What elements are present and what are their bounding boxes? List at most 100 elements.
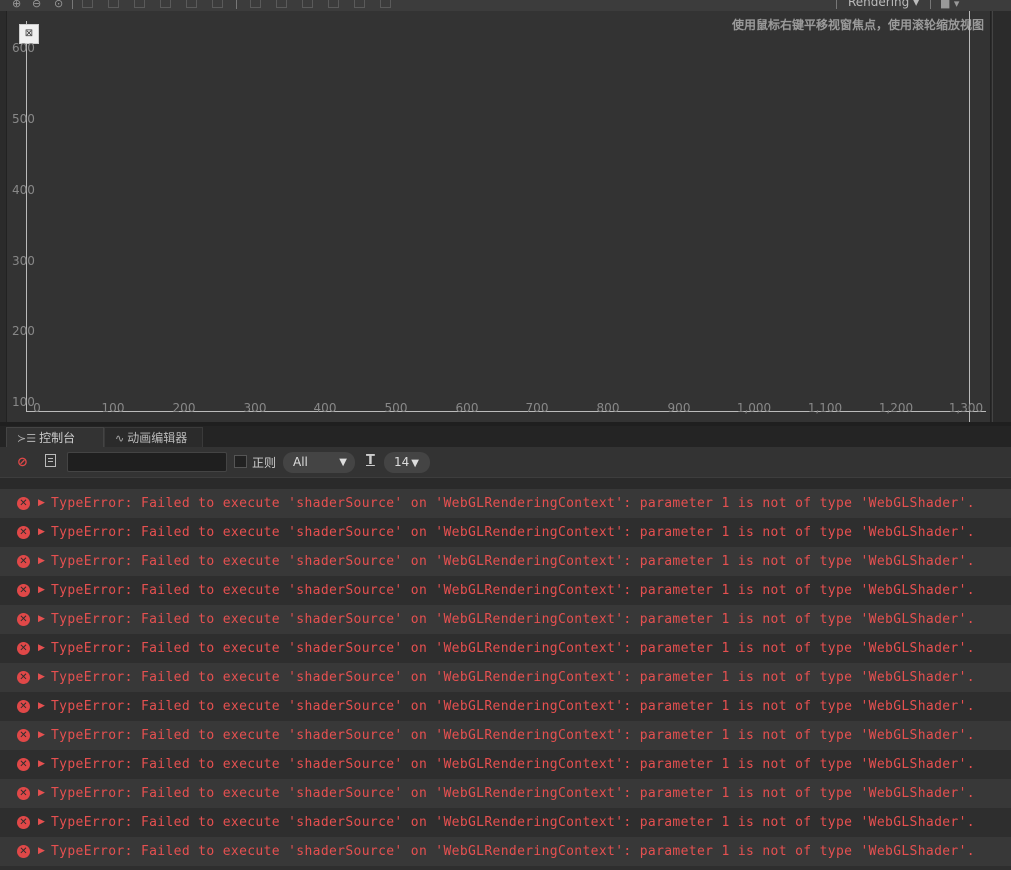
x-tick-label: 200 xyxy=(172,401,196,415)
y-tick-label: 300 xyxy=(12,254,35,268)
log-message: TypeError: Failed to execute 'shaderSour… xyxy=(51,728,975,743)
scene-view[interactable]: 使用鼠标右键平移视窗焦点，使用滚轮缩放视图 ⊠ 600 500 400 300 … xyxy=(6,11,991,422)
log-row[interactable]: ✕ ▶ TypeError: Failed to execute 'shaderSo… xyxy=(0,750,1011,779)
x-tick-label: 600 xyxy=(455,401,479,415)
chevron-down-icon: ▾ xyxy=(913,0,920,9)
chevron-down-icon: ▾ xyxy=(953,0,960,10)
log-row[interactable]: ✕ ▶ TypeError: Failed to execute 'shaderSo… xyxy=(0,779,1011,808)
scene-toolbar: ⊕ ⊖ ⊙ Rendering ▾ ■ ▾ xyxy=(0,0,1011,11)
regex-label: 正则 xyxy=(252,456,277,470)
render-mode-dropdown[interactable]: Rendering ▾ xyxy=(848,0,919,9)
expand-arrow-icon[interactable]: ▶ xyxy=(38,489,45,518)
error-icon: ✕ xyxy=(17,845,30,858)
y-tick-label: 500 xyxy=(12,112,35,126)
align-top-icon[interactable] xyxy=(160,0,171,8)
y-tick-label: 100 xyxy=(12,395,35,409)
log-row[interactable]: ✕ ▶ TypeError: Failed to execute 'shaderSo… xyxy=(0,692,1011,721)
distribute-center-icon[interactable] xyxy=(354,0,365,8)
log-row-partial xyxy=(0,478,1011,489)
error-icon: ✕ xyxy=(17,671,30,684)
collapse-logs-icon[interactable] xyxy=(45,454,56,467)
align-bottom-icon[interactable] xyxy=(212,0,223,8)
distribute-middle-icon[interactable] xyxy=(276,0,287,8)
error-icon: ✕ xyxy=(17,584,30,597)
x-tick-label: 900 xyxy=(667,401,691,415)
distribute-bottom-icon[interactable] xyxy=(302,0,313,8)
expand-arrow-icon[interactable]: ▶ xyxy=(38,692,45,721)
expand-arrow-icon[interactable]: ▶ xyxy=(38,663,45,692)
y-tick-label: 400 xyxy=(12,183,35,197)
x-tick-label: 1,000 xyxy=(736,401,772,415)
x-tick-label: 400 xyxy=(313,401,337,415)
expand-arrow-icon[interactable]: ▶ xyxy=(38,721,45,750)
log-message: TypeError: Failed to execute 'shaderSour… xyxy=(51,641,975,656)
tab-console[interactable]: ≻☰ 控制台 xyxy=(6,427,104,447)
bottom-panel-tabs: ≻☰ 控制台 ∿ 动画编辑器 xyxy=(0,426,1011,447)
error-icon: ✕ xyxy=(17,642,30,655)
x-tick-label: 0 xyxy=(33,401,41,415)
align-right-icon[interactable] xyxy=(134,0,145,8)
log-row[interactable]: ✕ ▶ TypeError: Failed to execute 'shaderSo… xyxy=(0,837,1011,866)
filter-input[interactable] xyxy=(67,452,227,472)
x-tick-label: 700 xyxy=(525,401,549,415)
log-level-select[interactable]: All ▼ xyxy=(283,452,355,473)
zoom-in-icon[interactable]: ⊕ xyxy=(12,0,24,10)
expand-arrow-icon[interactable]: ▶ xyxy=(38,750,45,779)
expand-arrow-icon[interactable]: ▶ xyxy=(38,779,45,808)
x-tick-label: 1,100 xyxy=(807,401,843,415)
clear-console-icon[interactable]: ⊘ xyxy=(17,455,28,470)
zoom-fit-icon[interactable]: ⊙ xyxy=(54,0,66,10)
error-icon: ✕ xyxy=(17,787,30,800)
chevron-down-icon: ▼ xyxy=(339,457,347,468)
camera-button[interactable]: ■ ▾ xyxy=(940,0,959,10)
zoom-out-icon[interactable]: ⊖ xyxy=(32,0,44,10)
log-message: TypeError: Failed to execute 'shaderSour… xyxy=(51,496,975,511)
log-row[interactable]: ✕ ▶ TypeError: Failed to execute 'shaderSo… xyxy=(0,663,1011,692)
expand-arrow-icon[interactable]: ▶ xyxy=(38,547,45,576)
chevron-down-icon: ▼ xyxy=(411,458,419,469)
log-message: TypeError: Failed to execute 'shaderSour… xyxy=(51,554,975,569)
toolbar-separator xyxy=(930,0,931,9)
log-message: TypeError: Failed to execute 'shaderSour… xyxy=(51,670,975,685)
x-tick-label: 300 xyxy=(243,401,267,415)
console-log-list[interactable]: ✕ ▶ TypeError: Failed to execute 'shaderSo… xyxy=(0,478,1011,870)
expand-arrow-icon[interactable]: ▶ xyxy=(38,518,45,547)
animation-icon: ∿ xyxy=(115,432,125,445)
log-row[interactable]: ✕ ▶ TypeError: Failed to execute 'shaderSo… xyxy=(0,518,1011,547)
align-center-h-icon[interactable] xyxy=(108,0,119,8)
log-row[interactable]: ✕ ▶ TypeError: Failed to execute 'shaderSo… xyxy=(0,808,1011,837)
toolbar-separator xyxy=(72,0,73,9)
align-left-icon[interactable] xyxy=(82,0,93,8)
error-icon: ✕ xyxy=(17,700,30,713)
expand-arrow-icon[interactable]: ▶ xyxy=(38,634,45,663)
y-axis-ruler xyxy=(26,21,27,411)
log-row[interactable]: ✕ ▶ TypeError: Failed to execute 'shaderSo… xyxy=(0,489,1011,518)
log-row[interactable]: ✕ ▶ TypeError: Failed to execute 'shaderSo… xyxy=(0,576,1011,605)
scene-hint: 使用鼠标右键平移视窗焦点，使用滚轮缩放视图 xyxy=(731,18,984,32)
expand-arrow-icon[interactable]: ▶ xyxy=(38,837,45,866)
log-message: TypeError: Failed to execute 'shaderSour… xyxy=(51,757,975,772)
error-icon: ✕ xyxy=(17,729,30,742)
log-row[interactable]: ✕ ▶ TypeError: Failed to execute 'shaderSo… xyxy=(0,547,1011,576)
distribute-left-icon[interactable] xyxy=(328,0,339,8)
log-message: TypeError: Failed to execute 'shaderSour… xyxy=(51,525,975,540)
expand-arrow-icon[interactable]: ▶ xyxy=(38,605,45,634)
log-row[interactable]: ✕ ▶ TypeError: Failed to execute 'shaderSo… xyxy=(0,605,1011,634)
log-message: TypeError: Failed to execute 'shaderSour… xyxy=(51,786,975,801)
log-row[interactable]: ✕ ▶ TypeError: Failed to execute 'shaderSo… xyxy=(0,721,1011,750)
distribute-right-icon[interactable] xyxy=(380,0,391,8)
log-message: TypeError: Failed to execute 'shaderSour… xyxy=(51,844,975,859)
x-tick-label: 500 xyxy=(384,401,408,415)
error-icon: ✕ xyxy=(17,526,30,539)
expand-arrow-icon[interactable]: ▶ xyxy=(38,808,45,837)
x-tick-label: 1,300 xyxy=(948,401,984,415)
log-row[interactable]: ✕ ▶ TypeError: Failed to execute 'shaderSo… xyxy=(0,634,1011,663)
regex-checkbox[interactable] xyxy=(234,455,247,468)
x-tick-label: 100 xyxy=(101,401,125,415)
tab-animation-editor[interactable]: ∿ 动画编辑器 xyxy=(104,427,203,447)
distribute-top-icon[interactable] xyxy=(250,0,261,8)
expand-arrow-icon[interactable]: ▶ xyxy=(38,576,45,605)
y-tick-label: 200 xyxy=(12,324,35,338)
align-center-v-icon[interactable] xyxy=(186,0,197,8)
font-size-select[interactable]: 14 ▼ xyxy=(384,452,430,473)
